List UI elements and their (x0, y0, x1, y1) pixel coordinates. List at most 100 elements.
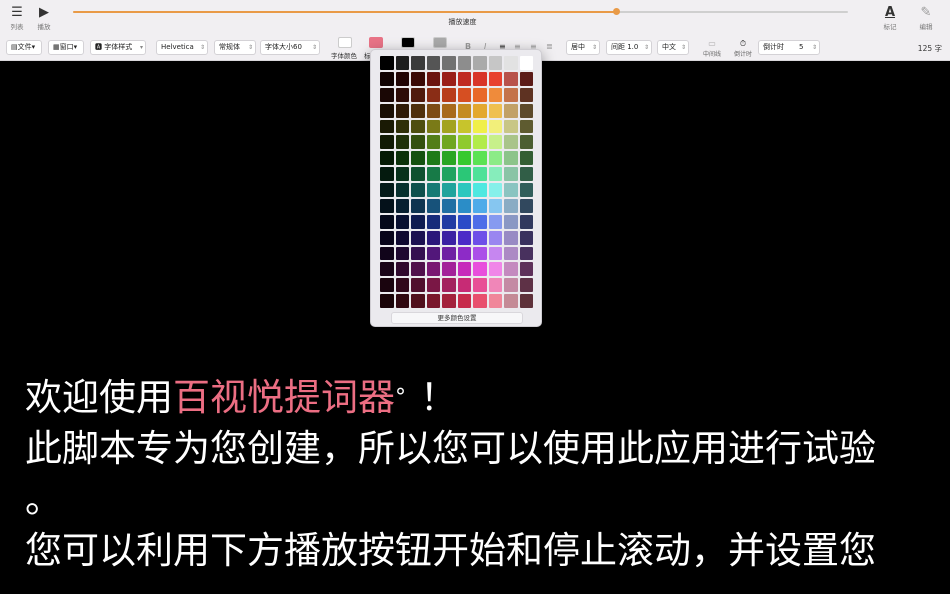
color-cell[interactable] (457, 135, 471, 150)
color-cell[interactable] (442, 56, 456, 70)
color-cell[interactable] (473, 262, 487, 277)
color-cell[interactable] (411, 214, 425, 229)
color-cell[interactable] (442, 198, 456, 213)
color-cell[interactable] (380, 262, 394, 277)
midline-button[interactable]: ▭ 中间线 (700, 38, 724, 58)
color-cell[interactable] (504, 230, 518, 245)
color-cell[interactable] (519, 151, 533, 166)
background-color-swatch[interactable] (369, 37, 383, 48)
color-cell[interactable] (488, 135, 502, 150)
color-cell[interactable] (457, 262, 471, 277)
color-cell[interactable] (380, 135, 394, 150)
list-button[interactable]: ☰ 列表 (2, 4, 32, 31)
color-cell[interactable] (504, 119, 518, 134)
color-cell[interactable] (457, 103, 471, 118)
countdown-field[interactable]: 倒计时 5 ⇕ (758, 40, 820, 55)
color-cell[interactable] (457, 183, 471, 197)
color-cell[interactable] (395, 167, 409, 181)
color-cell[interactable] (395, 262, 409, 277)
color-cell[interactable] (411, 230, 425, 245)
color-cell[interactable] (411, 262, 425, 277)
speed-slider[interactable] (73, 8, 848, 15)
color-cell[interactable] (395, 230, 409, 245)
color-cell[interactable] (473, 230, 487, 245)
color-cell[interactable] (488, 278, 502, 293)
color-cell[interactable] (457, 87, 471, 102)
color-cell[interactable] (380, 119, 394, 134)
color-cell[interactable] (395, 246, 409, 261)
language-select[interactable]: 中文 ⇕ (657, 40, 689, 55)
color-cell[interactable] (442, 151, 456, 166)
color-cell[interactable] (426, 262, 440, 277)
color-cell[interactable] (488, 183, 502, 197)
color-cell[interactable] (395, 294, 409, 308)
color-cell[interactable] (504, 183, 518, 197)
color-cell[interactable] (411, 294, 425, 308)
color-cell[interactable] (457, 56, 471, 70)
color-cell[interactable] (411, 183, 425, 197)
color-cell[interactable] (380, 56, 394, 70)
color-cell[interactable] (395, 214, 409, 229)
color-cell[interactable] (519, 246, 533, 261)
color-cell[interactable] (395, 278, 409, 293)
color-cell[interactable] (395, 119, 409, 134)
color-cell[interactable] (519, 71, 533, 86)
color-cell[interactable] (519, 198, 533, 213)
color-cell[interactable] (519, 56, 533, 70)
color-cell[interactable] (426, 103, 440, 118)
color-cell[interactable] (488, 103, 502, 118)
color-cell[interactable] (504, 198, 518, 213)
color-cell[interactable] (504, 151, 518, 166)
color-cell[interactable] (488, 262, 502, 277)
color-cell[interactable] (457, 246, 471, 261)
color-cell[interactable] (442, 262, 456, 277)
color-cell[interactable] (488, 214, 502, 229)
color-cell[interactable] (411, 135, 425, 150)
color-cell[interactable] (457, 198, 471, 213)
speed-slider-thumb[interactable] (612, 8, 620, 15)
color-cell[interactable] (488, 119, 502, 134)
color-cell[interactable] (488, 167, 502, 181)
color-cell[interactable] (457, 230, 471, 245)
color-cell[interactable] (473, 87, 487, 102)
color-cell[interactable] (473, 135, 487, 150)
color-cell[interactable] (519, 294, 533, 308)
color-cell[interactable] (504, 56, 518, 70)
color-cell[interactable] (380, 87, 394, 102)
color-cell[interactable] (473, 71, 487, 86)
font-style-menu[interactable]: 🅰 字体样式 ▾ (90, 40, 146, 55)
color-cell[interactable] (411, 246, 425, 261)
color-cell[interactable] (473, 103, 487, 118)
color-cell[interactable] (426, 119, 440, 134)
color-cell[interactable] (411, 103, 425, 118)
color-cell[interactable] (457, 151, 471, 166)
color-cell[interactable] (504, 262, 518, 277)
color-cell[interactable] (426, 278, 440, 293)
color-cell[interactable] (395, 87, 409, 102)
color-cell[interactable] (411, 56, 425, 70)
color-cell[interactable] (426, 167, 440, 181)
color-cell[interactable] (380, 278, 394, 293)
color-cell[interactable] (395, 183, 409, 197)
more-colors-button[interactable]: 更多颜色设置 (391, 312, 523, 324)
color-cell[interactable] (442, 119, 456, 134)
color-cell[interactable] (411, 167, 425, 181)
color-cell[interactable] (442, 294, 456, 308)
color-cell[interactable] (488, 151, 502, 166)
color-cell[interactable] (411, 119, 425, 134)
color-cell[interactable] (519, 87, 533, 102)
color-cell[interactable] (504, 135, 518, 150)
color-cell[interactable] (426, 56, 440, 70)
color-cell[interactable] (504, 103, 518, 118)
color-cell[interactable] (519, 103, 533, 118)
color-cell[interactable] (488, 230, 502, 245)
color-cell[interactable] (442, 71, 456, 86)
color-cell[interactable] (504, 246, 518, 261)
color-cell[interactable] (473, 246, 487, 261)
color-cell[interactable] (519, 278, 533, 293)
gray-color-swatch[interactable] (433, 37, 447, 48)
color-cell[interactable] (473, 183, 487, 197)
color-cell[interactable] (519, 167, 533, 181)
window-menu[interactable]: ▦窗口▾ (48, 40, 84, 55)
color-cell[interactable] (426, 294, 440, 308)
